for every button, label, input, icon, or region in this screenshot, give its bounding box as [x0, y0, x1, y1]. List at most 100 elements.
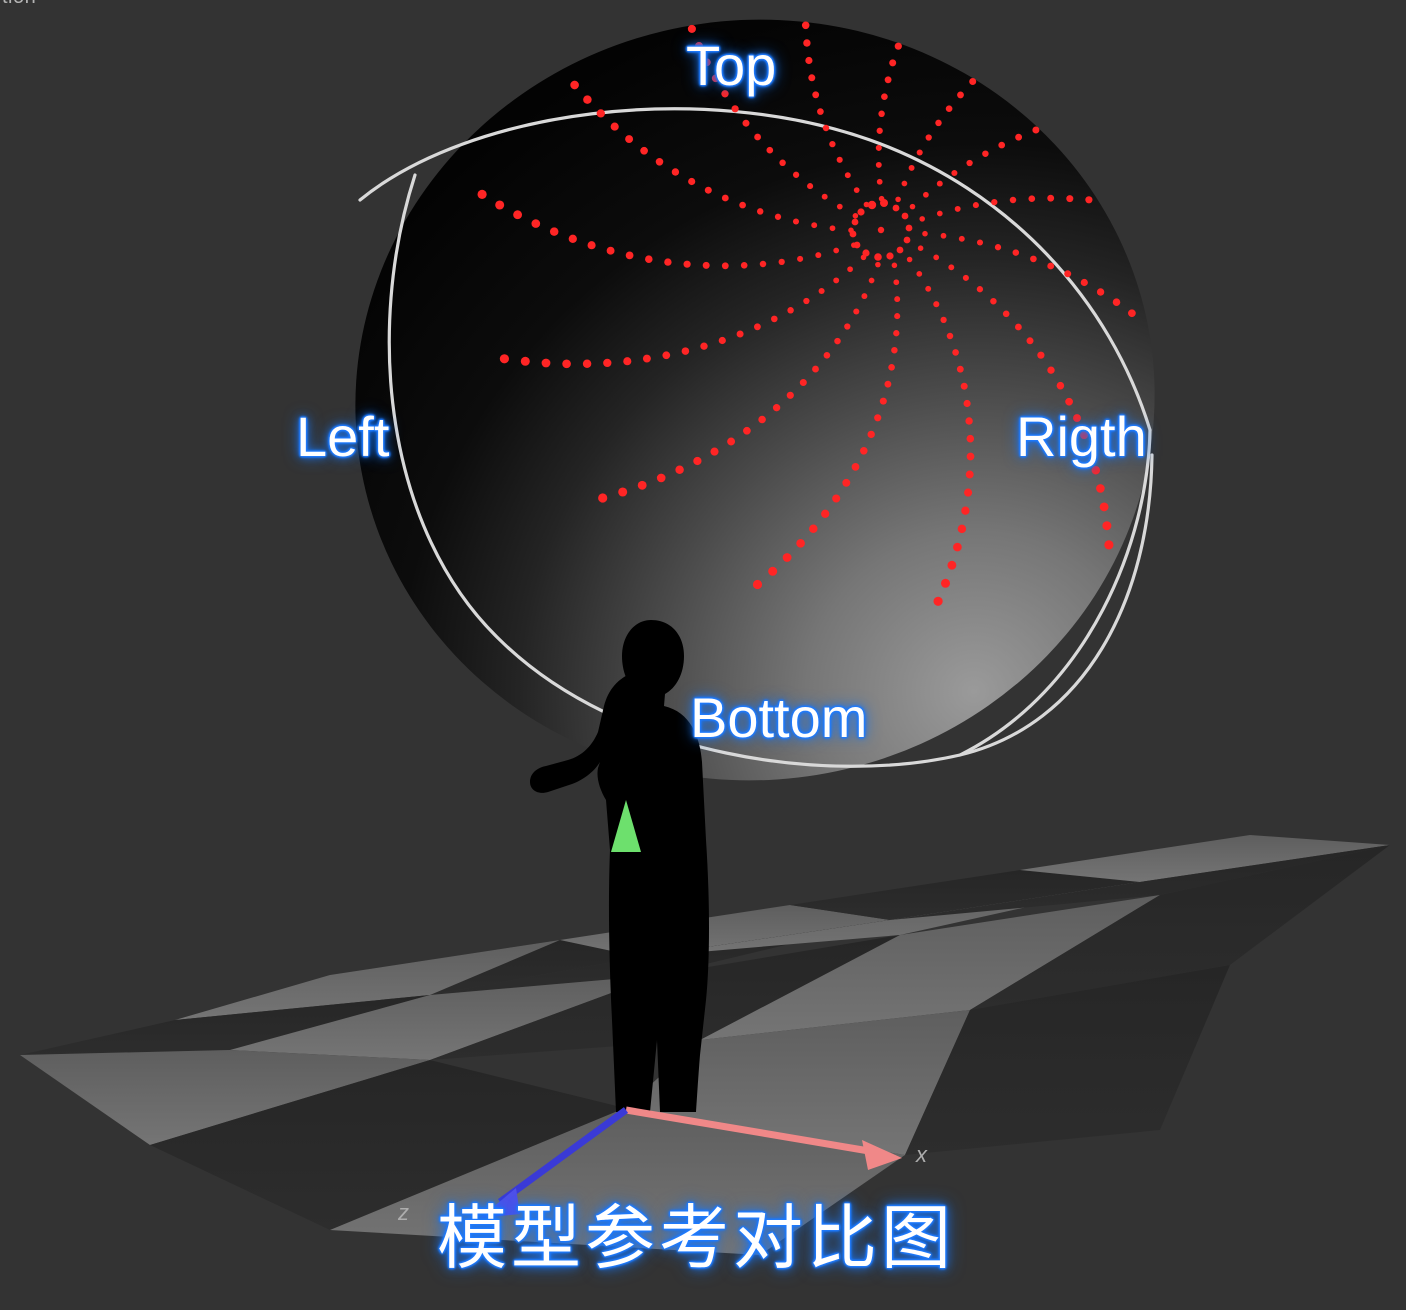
- sphere-sample-point: [966, 159, 973, 167]
- sphere-sample-point: [998, 141, 1006, 149]
- sphere-sample-point: [606, 246, 615, 255]
- sphere-sample-point: [957, 524, 967, 534]
- sphere-sample-point: [811, 222, 818, 229]
- sphere-sample-point: [721, 262, 729, 270]
- sphere-sample-point: [1047, 366, 1055, 374]
- sphere-sample-point: [640, 146, 648, 155]
- sphere-sample-point: [876, 127, 883, 134]
- sphere-sample-point: [893, 330, 900, 337]
- sphere-sample-point: [958, 235, 965, 242]
- sphere-sample-point: [807, 183, 814, 190]
- sphere-sample-point: [803, 297, 810, 305]
- sphere-sample-point: [625, 135, 634, 144]
- sphere-sample-point: [656, 473, 666, 483]
- sphere-sample-point: [568, 234, 577, 243]
- sphere-sample-point: [965, 470, 974, 479]
- sphere-sample-point: [796, 538, 805, 548]
- sphere-sample-point: [823, 351, 831, 359]
- sphere-sample-point: [782, 553, 792, 562]
- sphere-sample-point: [1030, 255, 1037, 263]
- sphere-sample-point: [994, 244, 1002, 251]
- axis-label-z: z: [398, 1200, 409, 1225]
- sphere-sample-point: [1037, 351, 1045, 359]
- render-viewport: tion: [0, 0, 1406, 1310]
- sphere-sample-point: [817, 108, 824, 115]
- sphere-sample-point: [742, 119, 750, 127]
- label-right: Rigth: [1016, 405, 1147, 468]
- sphere-sample-point: [982, 150, 989, 157]
- sphere-sample-point: [867, 430, 875, 439]
- sphere-sample-point: [991, 198, 998, 206]
- sphere-sample-point: [1112, 298, 1121, 306]
- sphere-sample-point: [812, 91, 820, 99]
- sphere-sample-point: [562, 359, 571, 369]
- sphere-sample-point: [603, 358, 612, 368]
- sphere-sample-point: [1099, 502, 1109, 512]
- sphere-sample-point: [664, 258, 672, 266]
- sphere-sample-point: [879, 397, 887, 405]
- sphere-sample-point: [499, 354, 509, 364]
- sphere-sample-point: [778, 258, 785, 266]
- sphere-sample-point: [917, 245, 924, 251]
- sphere-sample-point: [495, 200, 505, 210]
- sphere-sample-point: [884, 76, 892, 84]
- sphere-sample-point: [803, 39, 811, 47]
- sphere-sample-point: [906, 256, 913, 263]
- sphere-sample-point: [891, 262, 898, 269]
- sphere-sample-point: [884, 380, 892, 388]
- sphere-sample-point: [889, 59, 897, 67]
- sphere-sample-point: [976, 239, 984, 246]
- sphere-sample-point: [894, 313, 901, 320]
- sphere-sample-point: [822, 124, 830, 132]
- sphere-sample-point: [853, 187, 860, 193]
- sphere-sample-point: [829, 225, 836, 232]
- sphere-sample-point: [953, 542, 962, 552]
- sphere-sample-point: [671, 168, 680, 176]
- sphere-sample-point: [753, 323, 761, 331]
- sphere-sample-point: [961, 506, 970, 515]
- sphere-sample-point: [687, 24, 696, 33]
- sphere-sample-point: [916, 149, 923, 156]
- sphere-sample-point: [940, 316, 947, 324]
- sphere-sample-point: [933, 596, 943, 606]
- sphere-sample-point: [851, 242, 857, 248]
- sphere-sample-point: [848, 227, 854, 234]
- sphere-sample-point: [756, 208, 764, 215]
- sphere-sample-point: [821, 193, 828, 200]
- sphere-sample-point: [587, 241, 596, 250]
- sphere-sample-point: [598, 493, 608, 503]
- sphere-sample-point: [1015, 133, 1023, 141]
- sphere-sample-point: [960, 382, 968, 390]
- sphere-sample-point: [878, 110, 885, 118]
- sphere-sample-point: [821, 509, 830, 518]
- sphere-sample-point: [693, 456, 702, 466]
- sphere-sample-point: [908, 164, 915, 171]
- sphere-sample-point: [812, 365, 819, 373]
- sphere-sample-point: [541, 358, 551, 368]
- sphere-sample-point: [829, 140, 836, 148]
- sphere-sample-point: [1066, 195, 1074, 203]
- sphere-sample-point: [990, 297, 997, 305]
- sphere-sample-point: [642, 354, 651, 363]
- sphere-sample-point: [1032, 126, 1040, 134]
- sphere-sample-point: [863, 201, 870, 208]
- sphere-sample-point: [1047, 262, 1055, 270]
- sphere-sample-point: [1009, 196, 1017, 204]
- sphere-sample-point: [861, 293, 868, 300]
- sphere-sample-point: [655, 158, 664, 166]
- sphere-sample-point: [888, 363, 895, 371]
- sphere-sample-point: [1064, 270, 1072, 278]
- caption-chinese: 模型参考对比图: [437, 1197, 955, 1279]
- sphere-sample-point: [1128, 309, 1136, 318]
- sphere-sample-point: [818, 287, 825, 295]
- sphere-sample-point: [957, 91, 964, 99]
- sphere-sample-point: [834, 337, 841, 345]
- sphere-sample-point: [704, 186, 712, 194]
- sphere-sample-point: [833, 247, 840, 254]
- sphere-sample-point: [662, 351, 671, 360]
- sphere-sample-point: [925, 134, 932, 141]
- sphere-sample-point: [801, 21, 810, 30]
- sphere-sample-point: [805, 56, 813, 65]
- sphere-sample-point: [860, 447, 868, 455]
- sphere-sample-point: [808, 74, 816, 82]
